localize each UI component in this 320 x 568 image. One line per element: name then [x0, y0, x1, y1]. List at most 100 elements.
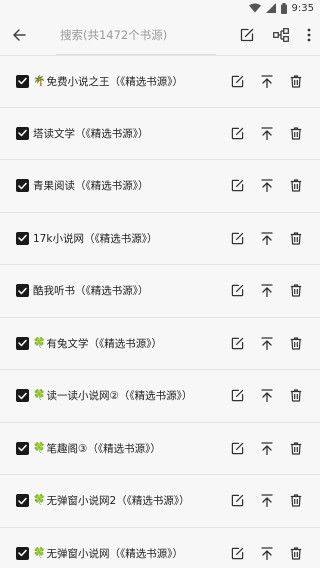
- delete-button[interactable]: [281, 486, 310, 516]
- source-checkbox[interactable]: [16, 336, 29, 350]
- source-row[interactable]: 🍀 无弹窗小说网2（《精选书源》）: [0, 475, 320, 528]
- source-row[interactable]: 青果阅读（《精选书源》）: [0, 160, 320, 213]
- source-label: 免费小说之王（《精选书源》）: [46, 75, 183, 88]
- move-to-top-button[interactable]: [252, 486, 281, 516]
- move-to-top-button[interactable]: [252, 118, 281, 148]
- source-row[interactable]: 塔读文学（《精选书源》）: [0, 108, 320, 160]
- check-icon: [18, 340, 27, 347]
- move-to-top-button[interactable]: [252, 276, 281, 306]
- source-checkbox[interactable]: [16, 441, 29, 455]
- move-to-top-button[interactable]: [252, 433, 281, 463]
- move-to-top-button[interactable]: [252, 381, 281, 411]
- source-checkbox[interactable]: [16, 179, 29, 193]
- check-icon: [18, 287, 27, 294]
- delete-button[interactable]: [281, 433, 310, 463]
- source-label: 笔趣阁③（《精选书源》）: [46, 442, 161, 455]
- source-row[interactable]: 17k小说网（《精选书源》）: [0, 213, 320, 265]
- trash-icon: [290, 127, 301, 140]
- more-options-button[interactable]: [298, 16, 320, 54]
- check-icon: [18, 550, 27, 557]
- edit-button[interactable]: [223, 223, 252, 253]
- delete-button[interactable]: [281, 538, 310, 568]
- arrow-to-top-icon: [260, 442, 273, 455]
- source-checkbox[interactable]: [16, 74, 29, 88]
- move-to-top-button[interactable]: [252, 328, 281, 358]
- trash-icon: [290, 442, 301, 455]
- trash-icon: [290, 494, 301, 507]
- edit-button[interactable]: [223, 66, 252, 96]
- source-row[interactable]: 🍀 无弹窗小说网（《精选书源》）: [0, 528, 320, 568]
- trash-icon: [290, 75, 301, 88]
- move-to-top-button[interactable]: [252, 171, 281, 201]
- source-emoji: 🍀: [33, 337, 46, 349]
- cell-signal-icon: [265, 3, 276, 13]
- edit-icon: [231, 285, 244, 297]
- source-name: 🍀 读一读小说网②（《精选书源》）: [33, 388, 223, 403]
- source-row[interactable]: 🍀 读一读小说网②（《精选书源》）: [0, 370, 320, 423]
- source-label: 酷我听书（《精选书源》）: [33, 285, 149, 298]
- edit-button[interactable]: [223, 486, 252, 516]
- source-emoji: 🌴: [33, 75, 46, 87]
- edit-button[interactable]: [223, 328, 252, 358]
- edit-icon: [231, 75, 244, 87]
- more-vert-icon: [307, 28, 311, 42]
- edit-button[interactable]: [223, 276, 252, 306]
- edit-icon: [231, 442, 244, 454]
- wifi-icon: [248, 3, 261, 13]
- move-to-top-button[interactable]: [252, 538, 281, 568]
- source-row[interactable]: 酷我听书（《精选书源》）: [0, 265, 320, 318]
- check-icon: [18, 392, 27, 399]
- trash-icon: [290, 179, 301, 192]
- source-row[interactable]: 🌴 免费小说之王（《精选书源》）: [0, 55, 320, 108]
- delete-button[interactable]: [281, 223, 310, 253]
- arrow-to-top-icon: [260, 494, 273, 508]
- search-input[interactable]: [60, 28, 210, 42]
- source-name: 17k小说网（《精选书源》）: [33, 231, 223, 246]
- delete-button[interactable]: [281, 118, 310, 148]
- source-label: 青果阅读（《精选书源》）: [33, 180, 149, 193]
- arrow-to-top-icon: [260, 389, 273, 403]
- search-box: [38, 18, 230, 52]
- source-checkbox[interactable]: [16, 546, 29, 560]
- arrow-to-top-icon: [260, 179, 273, 193]
- source-emoji: 🍀: [33, 547, 46, 559]
- source-checkbox[interactable]: [16, 231, 29, 245]
- source-list: 🌴 免费小说之王（《精选书源》） 塔读文学（《精选书源》） 青果阅读（《精选书源》） 1…: [0, 55, 320, 568]
- edit-icon: [231, 337, 244, 349]
- source-checkbox[interactable]: [16, 389, 29, 403]
- delete-button[interactable]: [281, 381, 310, 411]
- select-all-button[interactable]: [230, 16, 264, 54]
- delete-button[interactable]: [281, 171, 310, 201]
- move-to-top-button[interactable]: [252, 66, 281, 96]
- edit-button[interactable]: [223, 433, 252, 463]
- move-to-top-button[interactable]: [252, 223, 281, 253]
- delete-button[interactable]: [281, 66, 310, 96]
- status-time: 9:35: [291, 2, 314, 14]
- arrow-to-top-icon: [260, 127, 273, 140]
- source-row[interactable]: 🍀 有兔文学（《精选书源》）: [0, 318, 320, 370]
- arrow-to-top-icon: [260, 284, 273, 298]
- source-label: 17k小说网（《精选书源》）: [33, 232, 158, 245]
- trash-icon: [290, 389, 301, 402]
- group-button[interactable]: [264, 16, 298, 54]
- source-row[interactable]: 🍀 笔趣阁③（《精选书源》）: [0, 423, 320, 475]
- group-tree-icon: [273, 28, 289, 42]
- check-icon: [18, 78, 27, 85]
- app-bar: [0, 16, 320, 55]
- check-icon: [18, 235, 27, 242]
- arrow-back-icon: [13, 29, 26, 41]
- source-label: 无弹窗小说网（《精选书源》）: [46, 547, 183, 560]
- edit-button[interactable]: [223, 118, 252, 148]
- delete-button[interactable]: [281, 276, 310, 306]
- edit-button[interactable]: [223, 538, 252, 568]
- source-name: 🍀 有兔文学（《精选书源》）: [33, 336, 223, 351]
- source-checkbox[interactable]: [16, 126, 29, 140]
- source-checkbox[interactable]: [16, 494, 29, 508]
- delete-button[interactable]: [281, 328, 310, 358]
- back-button[interactable]: [0, 16, 38, 54]
- edit-icon: [231, 390, 244, 402]
- source-name: 塔读文学（《精选书源》）: [33, 126, 223, 141]
- edit-button[interactable]: [223, 381, 252, 411]
- edit-button[interactable]: [223, 171, 252, 201]
- source-checkbox[interactable]: [16, 284, 29, 298]
